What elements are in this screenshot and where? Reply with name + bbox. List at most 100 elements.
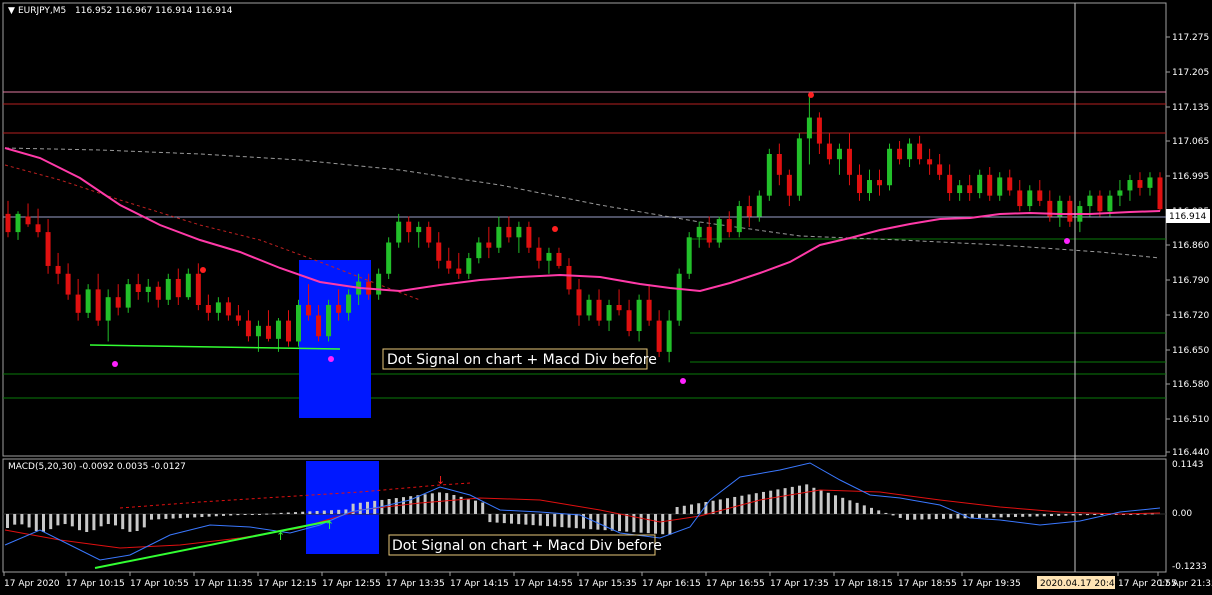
bull-candle xyxy=(716,219,722,243)
macd-hist-bar xyxy=(733,496,737,514)
macd-hist-bar xyxy=(42,514,45,532)
macd-hist-bar xyxy=(999,514,1003,518)
bear-candle xyxy=(336,305,342,313)
chevron-down-icon[interactable]: ▼ xyxy=(8,6,15,16)
macd-hist-bar xyxy=(1035,514,1039,517)
macd-hist-bar xyxy=(510,514,513,524)
macd-hist-bar xyxy=(128,514,132,532)
macd-hist-bar xyxy=(6,514,9,528)
macd-hist-bar xyxy=(596,514,600,530)
macd-tick-label: -0.1233 xyxy=(1172,562,1207,572)
bull-candle xyxy=(145,286,151,292)
macd-hist-bar xyxy=(920,514,924,520)
bear-candle xyxy=(35,224,41,233)
bull-candle xyxy=(1087,195,1093,207)
bull-candle xyxy=(836,148,842,160)
macd-hist-bar xyxy=(121,514,125,530)
macd-hist-bar xyxy=(495,514,499,523)
annotation-text-macd: Dot Signal on chart + Macd Div before xyxy=(392,538,662,554)
macd-hist-bar xyxy=(898,514,902,518)
bull-candle xyxy=(1127,180,1133,191)
price-tick-label: 116.510 xyxy=(1172,415,1209,425)
price-tick-label: 116.440 xyxy=(1172,448,1209,458)
bull-candle xyxy=(185,273,191,298)
macd-hist-bar xyxy=(906,514,909,520)
macd-hist-bar xyxy=(675,507,679,514)
bear-candle xyxy=(205,305,211,313)
bear-signal-dot xyxy=(552,226,558,232)
macd-hist-bar xyxy=(805,484,809,514)
time-tick-label: 17 Apr 16:55 xyxy=(706,579,765,589)
bull-candle xyxy=(215,302,221,313)
macd-hist-bar xyxy=(272,513,276,515)
price-tick-label: 116.580 xyxy=(1172,380,1209,390)
bear-candle xyxy=(456,268,462,274)
time-tick-label: 17 Apr 2020 xyxy=(4,579,60,589)
bear-candle xyxy=(285,320,291,342)
time-tick-label: 17 Apr 11:35 xyxy=(194,579,253,589)
macd-hist-bar xyxy=(250,514,254,515)
bull-candle xyxy=(255,325,261,337)
macd-hist-bar xyxy=(531,514,535,526)
price-tick-label: 116.860 xyxy=(1172,241,1209,251)
bear-candle xyxy=(576,289,582,316)
bear-candle xyxy=(987,174,993,196)
bear-candle xyxy=(115,297,121,308)
bear-candle xyxy=(967,185,973,194)
bear-candle xyxy=(1007,177,1013,191)
macd-hist-bar xyxy=(697,503,701,514)
trading-chart[interactable]: Dot Signal on chart + Macd Div before ↑ … xyxy=(0,0,1212,595)
bear-candle xyxy=(626,310,632,332)
bull-candle xyxy=(85,289,91,313)
price-tick-label: 117.135 xyxy=(1172,103,1209,113)
bear-candle xyxy=(406,221,412,233)
bull-candle xyxy=(396,221,402,243)
macd-hist-bar xyxy=(286,512,290,514)
bull-candle xyxy=(346,294,352,313)
macd-hist-bar xyxy=(265,513,269,515)
bull-candle xyxy=(1107,195,1113,212)
bull-candle xyxy=(1147,177,1153,188)
bull-candle xyxy=(1027,190,1033,207)
bull-candle xyxy=(997,177,1003,196)
bear-candle xyxy=(947,174,953,194)
bull-candle xyxy=(476,242,482,259)
bull-candle xyxy=(105,297,111,321)
bull-candle xyxy=(736,206,742,233)
crosshair-time-label: 2020.04.17 20:45 xyxy=(1040,579,1120,589)
bear-candle xyxy=(927,159,933,165)
macd-hist-bar xyxy=(546,514,549,527)
bear-candle xyxy=(1097,195,1103,212)
ohlc-values: 116.952 116.967 116.914 116.914 xyxy=(75,6,233,16)
macd-hist-bar xyxy=(27,514,31,528)
macd-hist-bar xyxy=(502,514,506,524)
annotation-text: Dot Signal on chart + Macd Div before xyxy=(387,352,657,368)
bull-candle xyxy=(606,305,612,321)
macd-hist-bar xyxy=(70,514,74,527)
bear-candle xyxy=(566,265,572,290)
macd-hist-bar xyxy=(178,514,182,519)
bull-candle xyxy=(756,195,762,217)
bear-candle xyxy=(726,219,732,233)
macd-hist-bar xyxy=(193,514,197,518)
time-tick-label: 17 Apr 12:55 xyxy=(322,579,381,589)
macd-hist-bar xyxy=(776,489,780,514)
time-tick-label: 17 Apr 15:35 xyxy=(578,579,637,589)
chart-background xyxy=(0,0,1212,595)
price-tick-label: 117.205 xyxy=(1172,68,1209,78)
macd-hist-bar xyxy=(646,514,650,534)
time-tick-label: 17 Apr 14:55 xyxy=(514,579,573,589)
macd-hist-bar xyxy=(49,514,53,530)
macd-hist-bar xyxy=(1093,514,1097,515)
bear-candle xyxy=(917,143,923,160)
bear-candle xyxy=(265,325,271,339)
bull-candle xyxy=(15,213,21,233)
macd-hist-bar xyxy=(186,514,189,518)
bear-candle xyxy=(316,315,322,337)
macd-hist-bar xyxy=(466,498,470,514)
time-tick-label: 17 Apr 10:55 xyxy=(130,579,189,589)
macd-hist-bar xyxy=(34,514,38,532)
bear-candle xyxy=(646,299,652,321)
time-tick-label: 17 Apr 18:55 xyxy=(898,579,957,589)
macd-hist-bar xyxy=(308,511,312,514)
